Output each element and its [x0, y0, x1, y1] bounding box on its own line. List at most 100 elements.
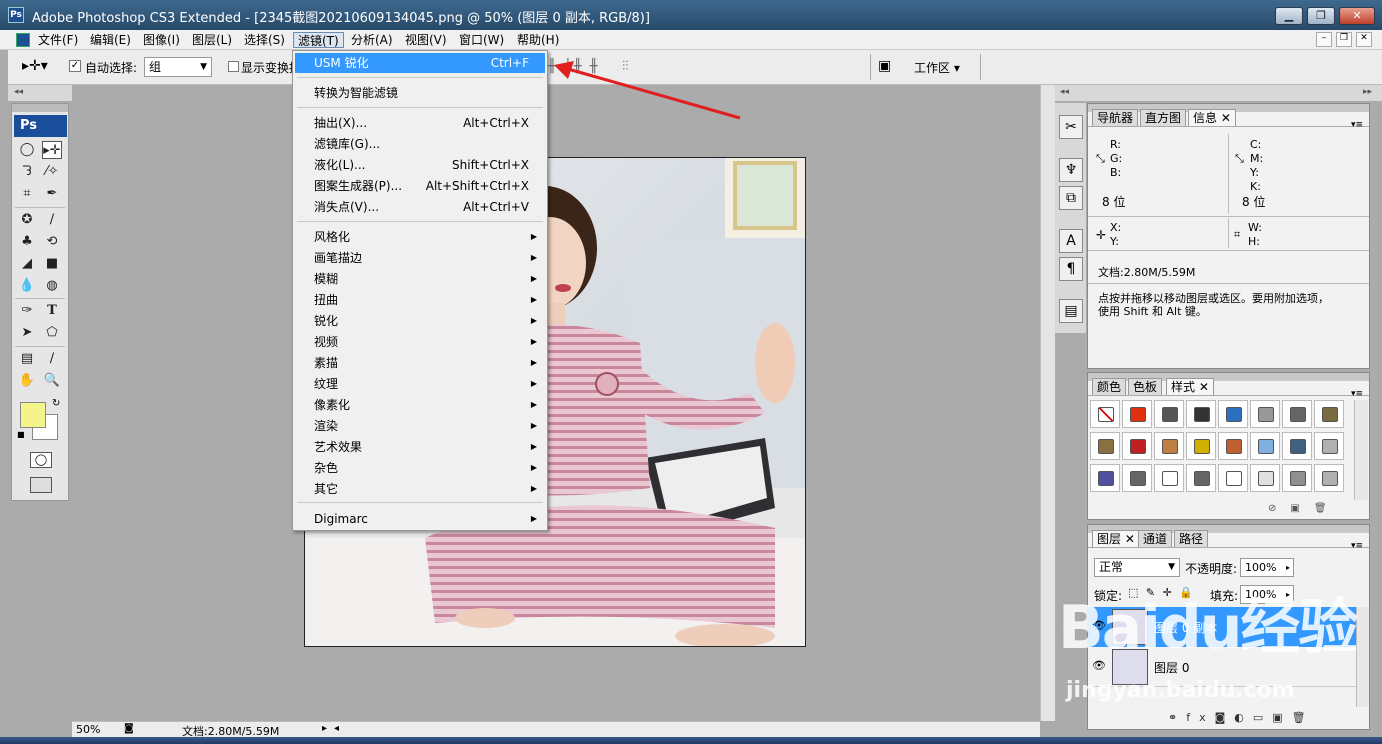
auto-select-checkbox[interactable]: ✓	[69, 60, 81, 72]
tab-histogram[interactable]: 直方图	[1140, 109, 1187, 126]
toolbox-header[interactable]	[12, 104, 68, 112]
bridge-icon[interactable]: ▣	[878, 58, 891, 74]
menu-item-convert-smart-filter[interactable]: 转换为智能滤镜	[295, 83, 545, 103]
close-tab-icon[interactable]: ✕	[1221, 111, 1231, 125]
menu-item-pattern-maker[interactable]: 图案生成器(P)... Alt+Shift+Ctrl+X	[295, 176, 545, 196]
opacity-input[interactable]: 100% ▸	[1240, 558, 1294, 577]
clone-source-icon[interactable]: ⧉	[1059, 186, 1083, 210]
swap-colors-icon[interactable]: ↻	[52, 398, 60, 409]
collapse-dock-icon[interactable]: ◂◂	[1060, 87, 1069, 97]
screen-mode-icon[interactable]	[30, 477, 52, 493]
style-swatch[interactable]	[1154, 464, 1184, 492]
close-tab-icon[interactable]: ✕	[1199, 380, 1209, 394]
paragraph-icon[interactable]: ¶	[1059, 257, 1083, 281]
style-swatch[interactable]	[1218, 464, 1248, 492]
menu-item-texture[interactable]: 纹理 ▶	[295, 374, 545, 394]
close-button[interactable]: ✕	[1339, 7, 1375, 25]
tab-navigator[interactable]: 导航器	[1092, 109, 1139, 126]
menu-item-stylize[interactable]: 风格化 ▶	[295, 227, 545, 247]
style-swatch[interactable]	[1122, 464, 1152, 492]
menu-item-liquify[interactable]: 液化(L)... Shift+Ctrl+X	[295, 155, 545, 175]
style-swatch[interactable]	[1186, 464, 1216, 492]
style-swatch[interactable]	[1250, 400, 1280, 428]
move-tool-preset-icon[interactable]: ▸✛▾	[22, 58, 48, 74]
eraser-tool-icon[interactable]: ◢	[17, 255, 37, 273]
menu-item-vanishing-point[interactable]: 消失点(V)... Alt+Ctrl+V	[295, 197, 545, 217]
pen-tool-icon[interactable]: ✑	[17, 302, 37, 320]
menu-item-render[interactable]: 渲染 ▶	[295, 416, 545, 436]
style-swatch[interactable]	[1090, 400, 1120, 428]
tab-channels[interactable]: 通道	[1138, 530, 1173, 547]
type-tool-icon[interactable]: T	[42, 302, 62, 320]
show-transform-checkbox[interactable]	[228, 61, 239, 72]
style-swatch[interactable]	[1218, 432, 1248, 460]
layer-comps-icon[interactable]: ▤	[1059, 299, 1083, 323]
restore-button[interactable]: ❐	[1307, 7, 1335, 25]
default-colors-icon[interactable]: ■	[17, 430, 25, 439]
tool-presets-icon[interactable]: ✂	[1059, 115, 1083, 139]
tab-color[interactable]: 颜色	[1092, 378, 1127, 395]
magic-wand-icon[interactable]: ⁄✧	[42, 163, 62, 181]
style-swatch[interactable]	[1250, 464, 1280, 492]
blur-tool-icon[interactable]: 💧	[17, 277, 37, 295]
menu-item-blur[interactable]: 模糊 ▶	[295, 269, 545, 289]
menu-view[interactable]: 视图(V)	[401, 32, 451, 48]
dodge-tool-icon[interactable]: ◍	[42, 277, 62, 295]
panel-menu-icon[interactable]: ▾≡	[1351, 541, 1363, 551]
layers-footer-icons[interactable]: ⚭fx◙◐▭▣🗑	[1168, 711, 1315, 724]
tab-swatches[interactable]: 色板	[1128, 378, 1163, 395]
menu-window[interactable]: 窗口(W)	[455, 32, 508, 48]
close-tab-icon[interactable]: ✕	[1125, 532, 1135, 546]
eyedropper-icon[interactable]: ∕	[42, 350, 62, 368]
menu-edit[interactable]: 编辑(E)	[86, 32, 135, 48]
slice-tool-icon[interactable]: ✒	[42, 185, 62, 203]
zoom-tool-icon[interactable]: 🔍	[42, 372, 62, 390]
style-swatch[interactable]	[1282, 432, 1312, 460]
style-swatch[interactable]	[1186, 400, 1216, 428]
tab-info[interactable]: 信息 ✕	[1188, 109, 1236, 126]
style-swatch[interactable]	[1154, 432, 1184, 460]
menu-item-sharpen[interactable]: 锐化 ▶	[295, 311, 545, 331]
menu-filter[interactable]: 滤镜(T)	[293, 32, 344, 48]
menu-item-noise[interactable]: 杂色 ▶	[295, 458, 545, 478]
menu-analysis[interactable]: 分析(A)	[347, 32, 397, 48]
doc-minimize-button[interactable]: –	[1316, 32, 1332, 47]
panel-menu-icon[interactable]: ▾≡	[1351, 389, 1363, 399]
marquee-tool-icon[interactable]: ◯	[17, 141, 37, 159]
style-swatch[interactable]	[1250, 432, 1280, 460]
menu-item-extract[interactable]: 抽出(X)... Alt+Ctrl+X	[295, 113, 545, 133]
style-swatch[interactable]	[1186, 432, 1216, 460]
doc-close-button[interactable]: ✕	[1356, 32, 1372, 47]
path-selection-icon[interactable]: ➤	[17, 324, 37, 342]
menu-help[interactable]: 帮助(H)	[513, 32, 563, 48]
style-swatch[interactable]	[1314, 432, 1344, 460]
workspace-button[interactable]: 工作区 ▾	[914, 59, 960, 76]
style-swatch[interactable]	[1282, 464, 1312, 492]
blend-mode-dropdown[interactable]: 正常 ▼	[1094, 558, 1180, 577]
menu-layer[interactable]: 图层(L)	[188, 32, 236, 48]
tab-layers[interactable]: 图层 ✕	[1092, 530, 1140, 547]
style-swatch[interactable]	[1122, 432, 1152, 460]
status-arrow-icon[interactable]: ▸	[322, 723, 327, 734]
doc-restore-button[interactable]: ❐	[1336, 32, 1352, 47]
foreground-color-swatch[interactable]	[20, 402, 46, 428]
menu-item-other[interactable]: 其它 ▶	[295, 479, 545, 499]
brushes-icon[interactable]: ♆	[1059, 158, 1083, 182]
style-swatch[interactable]	[1090, 464, 1120, 492]
menu-item-pixelate[interactable]: 像素化 ▶	[295, 395, 545, 415]
auto-select-dropdown[interactable]: 组 ▼	[144, 57, 212, 77]
panel-menu-icon[interactable]: ▾≡	[1351, 120, 1363, 130]
quick-mask-icon[interactable]: ◯	[30, 452, 52, 468]
menu-item-distort[interactable]: 扭曲 ▶	[295, 290, 545, 310]
styles-footer-icons[interactable]: ⊘▣🗑	[1268, 503, 1341, 514]
hand-tool-icon[interactable]: ✋	[17, 372, 37, 390]
style-swatch[interactable]	[1282, 400, 1312, 428]
style-swatch[interactable]	[1314, 400, 1344, 428]
style-swatch[interactable]	[1122, 400, 1152, 428]
menu-item-digimarc[interactable]: Digimarc ▶	[295, 509, 545, 529]
menu-item-usm-sharpen[interactable]: USM 锐化 Ctrl+F	[295, 53, 545, 73]
menu-select[interactable]: 选择(S)	[240, 32, 289, 48]
style-swatch[interactable]	[1314, 464, 1344, 492]
menu-file[interactable]: 文件(F)	[34, 32, 82, 48]
minimize-button[interactable]: ▁	[1275, 7, 1303, 25]
